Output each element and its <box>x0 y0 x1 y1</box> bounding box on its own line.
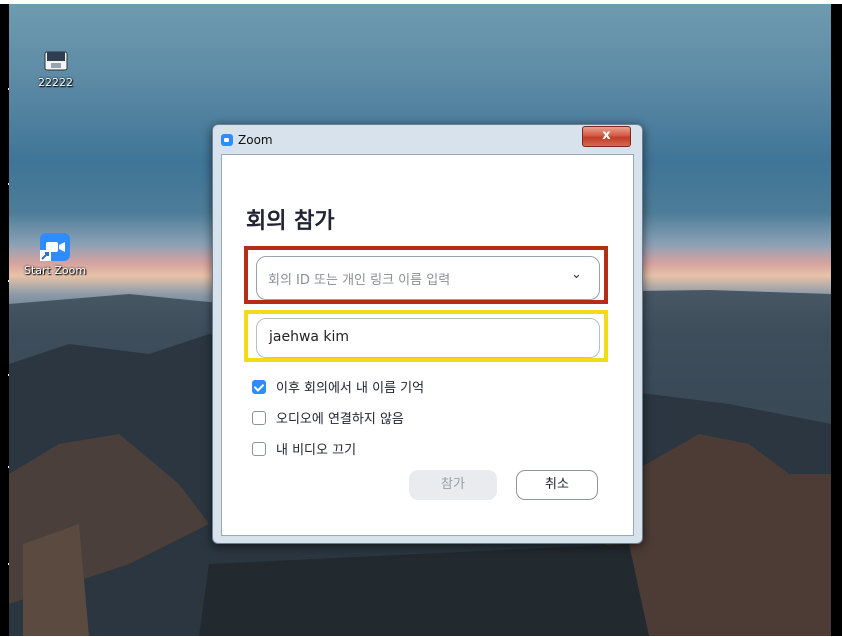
title-bar[interactable]: Zoom x <box>213 125 642 153</box>
page-title: 회의 참가 <box>246 209 335 234</box>
desktop-icon-label: Start Zoom <box>24 264 87 277</box>
no-audio-option[interactable]: 오디오에 연결하지 않음 <box>252 408 404 427</box>
highlight-box-yellow <box>244 310 608 362</box>
no-audio-label: 오디오에 연결하지 않음 <box>276 412 404 427</box>
zoom-app-icon <box>40 233 71 261</box>
video-off-option[interactable]: 내 비디오 끄기 <box>252 439 356 458</box>
remember-name-option[interactable]: 이후 회의에서 내 이름 기억 <box>252 377 424 396</box>
left-border <box>0 4 9 636</box>
zoom-icon <box>221 134 233 146</box>
zoom-join-dialog: Zoom x 회의 참가 회의 ID 또는 개인 링크 이름 입력 ⌄ jaeh… <box>212 124 643 544</box>
dialog-content: 회의 참가 회의 ID 또는 개인 링크 이름 입력 ⌄ jaehwa kim … <box>221 154 634 536</box>
desktop-icon-22222[interactable]: 22222 <box>38 48 73 89</box>
desktop-icon-start-zoom[interactable]: Start Zoom <box>24 232 86 277</box>
highlight-box-red <box>244 246 608 304</box>
remember-name-label: 이후 회의에서 내 이름 기억 <box>276 381 425 396</box>
video-off-label: 내 비디오 끄기 <box>276 443 357 458</box>
file-icon <box>44 51 67 71</box>
remember-name-checkbox[interactable] <box>252 379 266 394</box>
cancel-button[interactable]: 취소 <box>516 470 598 500</box>
video-off-checkbox[interactable] <box>252 441 266 456</box>
close-button[interactable]: x <box>582 126 631 147</box>
no-audio-checkbox[interactable] <box>252 410 266 425</box>
desktop-icon-label: 22222 <box>38 76 73 89</box>
right-border <box>831 4 842 636</box>
join-button[interactable]: 참가 <box>409 470 497 500</box>
window-title: Zoom <box>238 133 273 147</box>
